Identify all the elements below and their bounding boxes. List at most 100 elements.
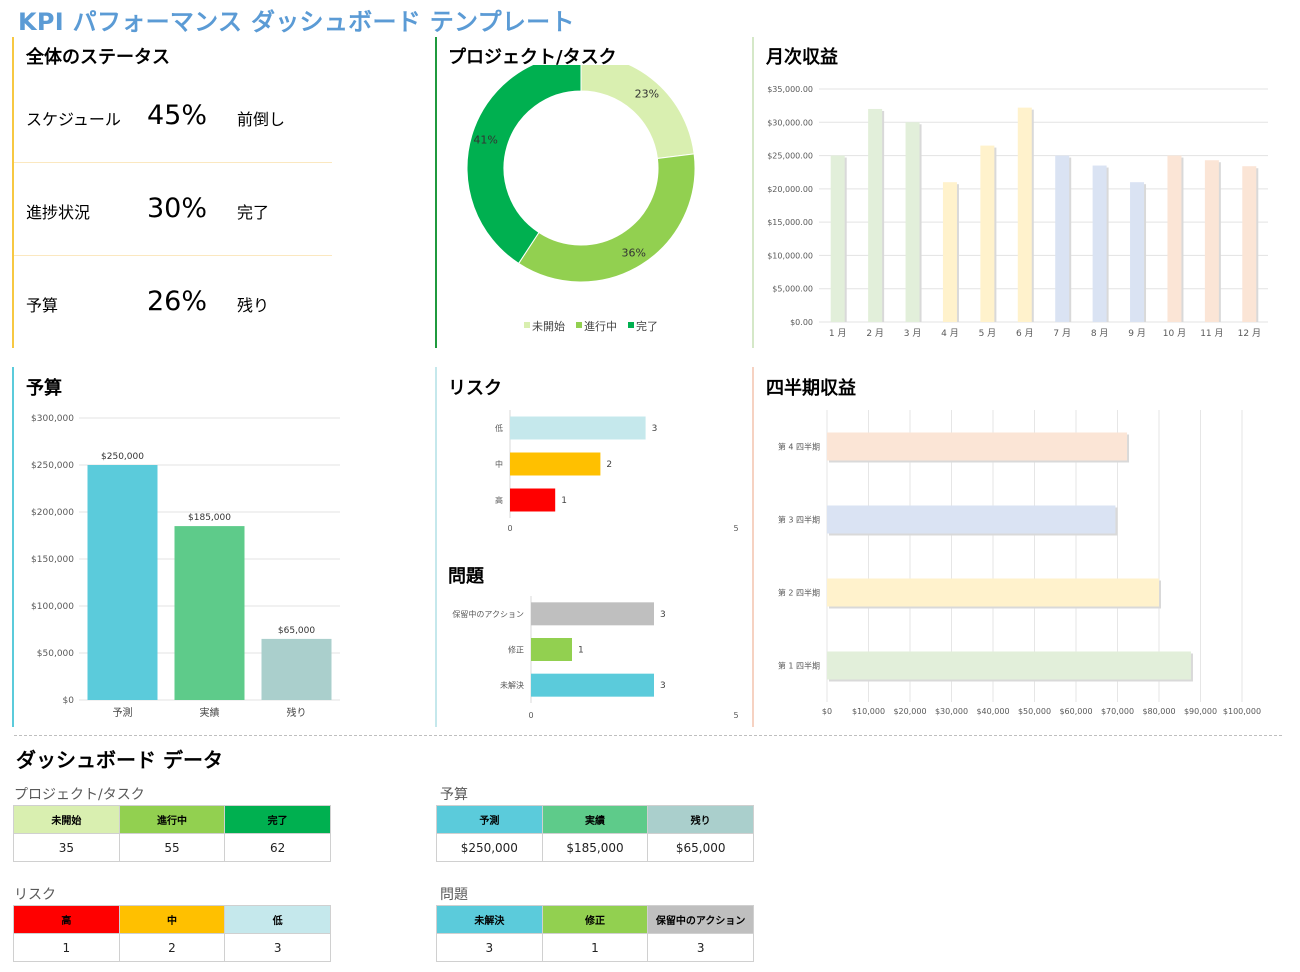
x-tick-label: 0	[507, 524, 512, 533]
table-cell[interactable]: 3	[436, 933, 543, 962]
bar	[980, 145, 995, 322]
issues-data-table: 未解決 修正 保留中のアクション 3 1 3	[436, 905, 754, 962]
budget-accent-line	[12, 367, 14, 727]
y-category-label: 中	[495, 459, 503, 469]
page-title: KPI パフォーマンス ダッシュボード テンプレート	[18, 8, 575, 36]
x-tick-label: 4 月	[941, 328, 959, 339]
table-cell[interactable]: 2	[118, 933, 226, 962]
bar-data-label: 3	[652, 424, 658, 434]
y-category-label: 修正	[508, 645, 524, 655]
bar	[1167, 155, 1182, 322]
status-value-budget: 26%	[147, 286, 208, 317]
x-tick-label: $20,000	[893, 707, 926, 716]
bar	[827, 651, 1191, 680]
issues-table-caption: 問題	[440, 887, 468, 903]
y-category-label: 未解決	[500, 680, 524, 690]
y-tick-label: $35,000.00	[767, 85, 813, 94]
x-tick-label: $30,000	[935, 707, 968, 716]
y-tick-label: $10,000.00	[767, 251, 813, 260]
table-cell[interactable]: 1	[13, 933, 120, 962]
status-label-budget: 予算	[26, 296, 59, 315]
x-tick-label: $60,000	[1059, 707, 1092, 716]
table-cell[interactable]: 35	[13, 833, 120, 862]
bar	[905, 122, 920, 323]
x-tick-label: 7 月	[1053, 328, 1071, 339]
status-panel-title: 全体のステータス	[26, 47, 170, 68]
bar	[1130, 182, 1145, 322]
revenue-panel-title: 月次収益	[766, 47, 838, 68]
bar	[1055, 155, 1070, 322]
status-unit-schedule: 前倒し	[237, 110, 286, 129]
table-cell[interactable]: 3	[647, 933, 754, 962]
status-value-schedule: 45%	[147, 100, 208, 131]
table-cell[interactable]: $185,000	[541, 833, 649, 862]
table-cell[interactable]: 3	[224, 933, 331, 962]
donut-data-label: 41%	[473, 134, 497, 147]
y-tick-label: $0	[63, 696, 75, 706]
budget-chart: $0 $50,000 $100,000 $150,000 $200,000 $250,00…	[31, 414, 340, 719]
table-cell[interactable]: 62	[224, 833, 331, 862]
bar-data-label: 1	[561, 496, 567, 506]
quarter-accent-line	[752, 367, 754, 727]
risk-panel-title: リスク	[448, 378, 502, 399]
bar	[510, 488, 556, 512]
bar	[261, 638, 332, 700]
y-tick-label: $0.00	[790, 318, 813, 327]
dashboard-data-title: ダッシュボード データ	[16, 748, 223, 772]
bar	[531, 602, 654, 626]
legend-label: 進行中	[584, 320, 617, 333]
table-header: 進行中	[118, 805, 226, 834]
x-tick-label: $50,000	[1018, 707, 1051, 716]
bar-data-label: $250,000	[101, 452, 144, 462]
x-tick-label: 6 月	[1016, 328, 1034, 339]
bar	[531, 673, 654, 697]
x-tick-label: 8 月	[1091, 328, 1109, 339]
status-divider	[14, 255, 332, 256]
bar	[868, 108, 883, 322]
table-header: 中	[118, 905, 226, 934]
status-divider	[14, 162, 332, 163]
y-category-label: 高	[495, 495, 503, 505]
budget-panel-title: 予算	[26, 378, 62, 399]
table-cell[interactable]: $65,000	[647, 833, 754, 862]
bar-data-label: 2	[606, 460, 612, 470]
x-tick-label: 実績	[200, 706, 220, 719]
issues-chart: 3 保留中のアクション 1 修正 3 未解決 0 5	[452, 596, 739, 720]
bar	[510, 452, 601, 476]
x-tick-label: 5	[733, 711, 738, 720]
budget-data-table: 予測 実績 残り $250,000 $185,000 $65,000	[436, 805, 754, 862]
table-cell[interactable]: $250,000	[436, 833, 543, 862]
table-header: 予測	[436, 805, 543, 834]
table-cell[interactable]: 1	[541, 933, 649, 962]
bar-data-label: $185,000	[188, 513, 231, 523]
table-header: 修正	[541, 905, 649, 934]
x-tick-label: $40,000	[976, 707, 1009, 716]
bar	[510, 416, 646, 440]
quarter-panel-title: 四半期収益	[766, 378, 856, 399]
y-category-label: 保留中のアクション	[452, 609, 524, 619]
x-tick-label: 12 月	[1238, 328, 1261, 339]
project-table-caption: プロジェクト/タスク	[14, 787, 145, 803]
table-header: 実績	[541, 805, 649, 834]
x-tick-label: 3 月	[904, 328, 922, 339]
table-header: 未解決	[436, 905, 543, 934]
quarterly-revenue-chart: $0 $10,000 $20,000 $30,000 $40,000 $50,000 $60…	[778, 410, 1261, 716]
legend-swatch	[628, 322, 634, 328]
y-tick-label: $30,000.00	[767, 118, 813, 127]
y-category-label: 第 4 四半期	[778, 442, 820, 452]
issues-panel-title: 問題	[448, 566, 484, 587]
y-tick-label: $15,000.00	[767, 218, 813, 227]
x-tick-label: $80,000	[1142, 707, 1175, 716]
risk-data-table: 高 中 低 1 2 3	[13, 905, 331, 962]
risk-chart: 3 低 2 中 1 高 0 5	[495, 410, 739, 533]
project-data-table: 未開始 進行中 完了 35 55 62	[13, 805, 331, 862]
table-header: 未開始	[13, 805, 120, 834]
table-cell[interactable]: 55	[118, 833, 226, 862]
x-tick-label: 0	[528, 711, 533, 720]
y-category-label: 第 1 四半期	[778, 661, 820, 671]
donut-data-label: 36%	[621, 246, 645, 259]
status-value-progress: 30%	[147, 193, 208, 224]
bar-data-label: 1	[578, 646, 584, 656]
y-tick-label: $50,000	[37, 649, 74, 659]
bar	[1204, 160, 1219, 322]
